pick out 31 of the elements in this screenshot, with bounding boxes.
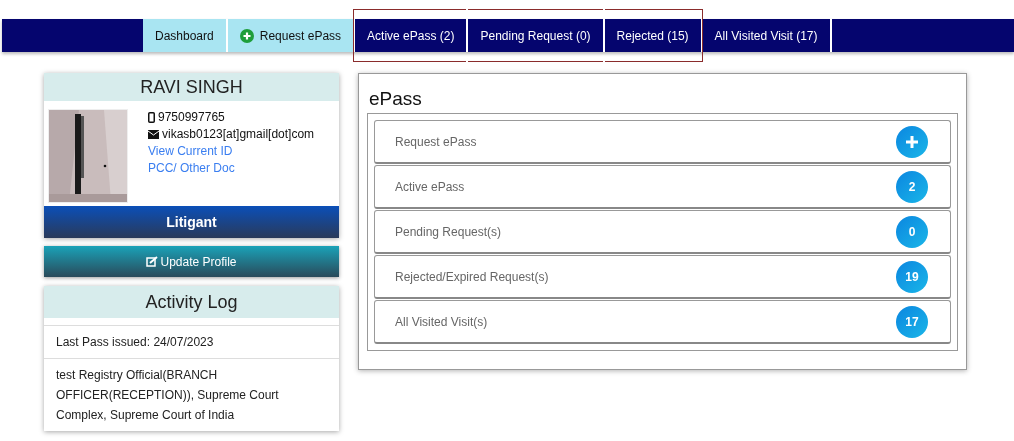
- panel-title: ePass: [369, 88, 423, 110]
- plus-icon: [896, 125, 928, 158]
- nav-tab[interactable]: Active ePass (2): [355, 19, 467, 52]
- envelope-icon: [148, 129, 159, 139]
- profile-name: RAVI SINGH: [44, 73, 339, 101]
- count-badge: 19: [896, 260, 928, 293]
- edit-icon: [146, 256, 159, 267]
- nav-tab[interactable]: Dashboard: [143, 19, 226, 52]
- log-entry: test Registry Official(BRANCH OFFICER(RECEPTION)), Supreme Court Complex, Supreme Court of India: [44, 358, 339, 431]
- nav-tab[interactable]: Request ePass: [227, 19, 354, 52]
- phone-number: 9750997765: [158, 110, 225, 124]
- plus-icon: [239, 28, 254, 43]
- epass-list-item[interactable]: Rejected/Expired Request(s) 19: [374, 255, 951, 299]
- update-profile-button[interactable]: Update Profile: [44, 246, 339, 277]
- document-link[interactable]: PCC/ Other Doc: [148, 161, 315, 175]
- epass-list-item[interactable]: All Visited Visit(s) 17: [374, 300, 951, 344]
- count-badge: 0: [896, 215, 928, 248]
- phone-icon: [148, 111, 155, 123]
- count-badge: 17: [896, 305, 928, 338]
- document-link[interactable]: View Current ID: [148, 144, 315, 158]
- count-badge: 2: [896, 170, 928, 203]
- log-entry: Last Pass issued: 24/07/2023: [44, 325, 339, 358]
- epass-list-item[interactable]: Request ePass: [374, 120, 951, 164]
- epass-list-item[interactable]: Pending Request(s) 0: [374, 210, 951, 254]
- nav-tab[interactable]: Pending Request (0): [468, 19, 603, 52]
- nav-tab[interactable]: All Visited Visit (17): [702, 19, 830, 52]
- role-bar: Litigant: [44, 206, 339, 238]
- epass-list-item[interactable]: Active ePass 2: [374, 165, 951, 209]
- activity-log-title: Activity Log: [44, 286, 339, 318]
- nav-tab[interactable]: Rejected (15): [604, 19, 701, 52]
- email-address: vikasb0123[at]gmail[dot]com: [162, 127, 315, 141]
